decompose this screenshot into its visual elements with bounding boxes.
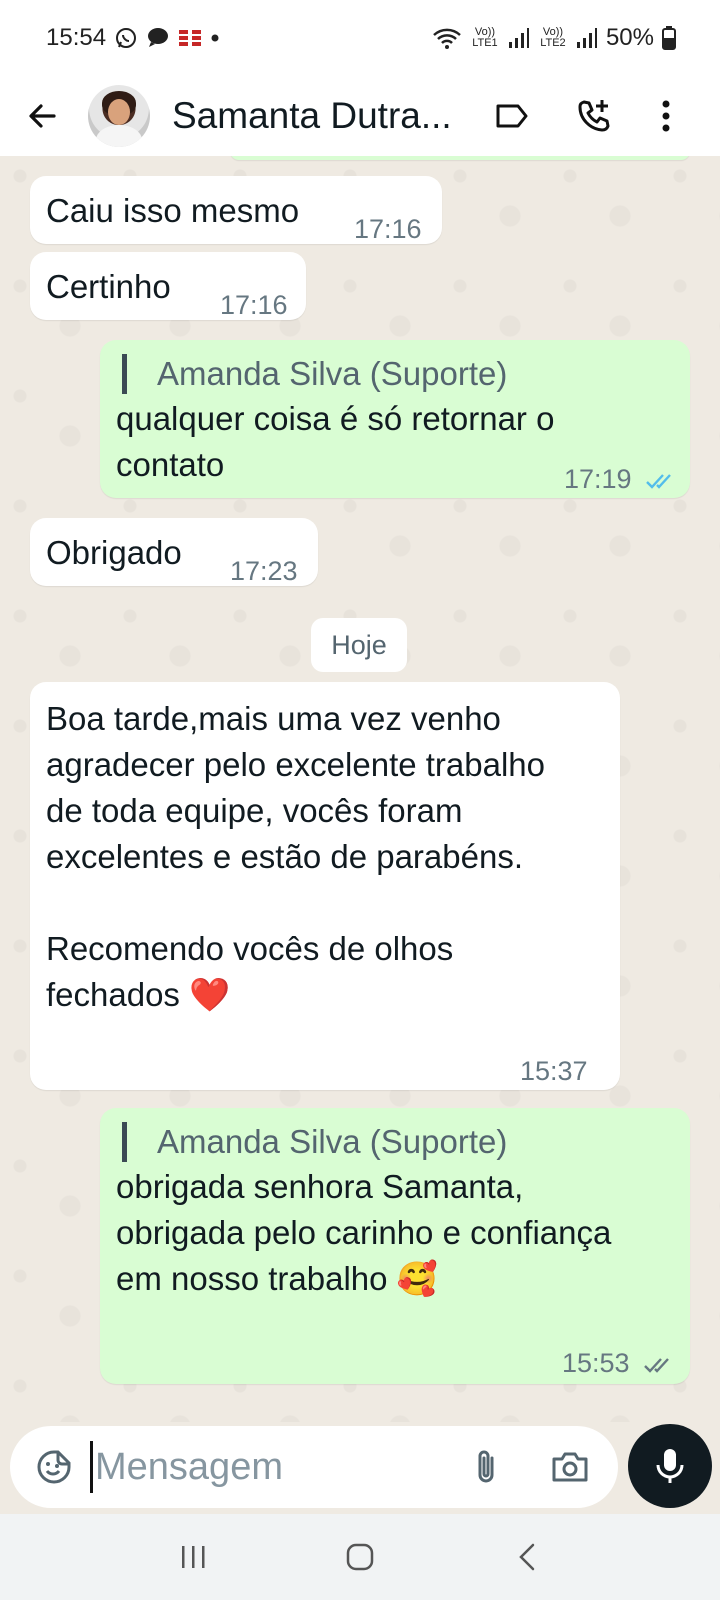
label-button[interactable] [490,94,534,138]
message-text: Boa tarde,mais uma vez venho agradecer p… [46,700,546,1013]
more-vertical-icon [662,100,670,132]
message-composer [0,1422,720,1514]
chat-area[interactable]: Caiu isso mesmo 17:16 Certinho 17:16 Ama… [0,156,720,1422]
message-text: Caiu isso mesmo [46,192,300,229]
reply-sender-name: Amanda Silva (Suporte) [122,354,507,394]
arrow-back-icon [29,104,56,128]
back-button[interactable] [24,98,60,134]
whatsapp-notification-icon [114,26,138,50]
contact-avatar[interactable] [88,85,150,147]
battery-percent: 50% [605,24,654,51]
message-bubble-incoming[interactable]: Caiu isso mesmo 17:16 [30,176,442,244]
microphone-icon [656,1449,684,1483]
date-separator: Hoje [311,618,407,672]
message-time: 17:23 [230,556,298,586]
signal-strength-2-icon [576,27,598,49]
message-input[interactable] [95,1445,455,1489]
message-time: 17:16 [220,290,288,320]
message-time: 15:37 [520,1056,588,1086]
system-navigation-bar [0,1514,720,1600]
read-double-check-icon [646,474,671,489]
text-cursor [90,1441,93,1493]
message-text: Obrigado [46,534,182,571]
add-call-button[interactable] [572,94,616,138]
message-bubble-outgoing[interactable]: Amanda Silva (Suporte) obrigada senhora … [100,1108,690,1384]
message-input-box[interactable] [10,1426,618,1508]
recent-apps-button[interactable] [169,1533,217,1581]
chevron-left-icon [518,1543,534,1571]
camera-icon [552,1452,588,1482]
reply-sender-name: Amanda Silva (Suporte) [122,1122,507,1162]
partial-message-bubble [230,156,690,160]
message-time: 15:53 [562,1340,673,1386]
message-time: 17:19 [564,456,675,502]
home-button[interactable] [336,1533,384,1581]
phone-plus-icon [578,100,610,132]
message-text: Certinho [46,268,171,305]
status-bar: 15:54 Vo)) LTE1 Vo)) LTE2 50% [0,0,720,76]
more-notifications-dot-icon [210,33,220,43]
message-bubble-incoming[interactable]: Certinho 17:16 [30,252,306,320]
message-bubble-incoming[interactable]: Obrigado 17:23 [30,518,318,586]
delivered-double-check-icon [644,1358,669,1373]
status-time: 15:54 [46,24,107,51]
home-icon [346,1543,374,1571]
chat-header: Samanta Dutra... [0,76,720,156]
camera-button[interactable] [548,1445,592,1489]
app-notification-icon [178,28,202,48]
signal-strength-1-icon [508,27,530,49]
contact-name[interactable]: Samanta Dutra... [172,95,472,137]
message-text: obrigada senhora Samanta, obrigada pelo … [116,1168,621,1297]
voice-message-button[interactable] [628,1424,712,1508]
attach-button[interactable] [464,1445,508,1489]
sticker-emoji-button[interactable] [32,1445,76,1489]
back-nav-button[interactable] [503,1533,551,1581]
label-tag-icon [496,104,528,128]
chat-notification-icon [146,27,170,49]
paperclip-icon [478,1450,494,1483]
message-bubble-outgoing[interactable]: Amanda Silva (Suporte) qualquer coisa é … [100,340,690,498]
battery-icon [662,26,676,50]
sim1-label: Vo)) LTE1 [472,26,498,49]
sim2-label: Vo)) LTE2 [540,26,566,49]
recent-apps-icon [182,1546,205,1568]
sticker-icon [37,1450,71,1484]
message-time: 17:16 [354,214,422,244]
more-options-button[interactable] [644,94,688,138]
message-bubble-incoming[interactable]: Boa tarde,mais uma vez venho agradecer p… [30,682,620,1090]
wifi-icon [432,26,462,50]
